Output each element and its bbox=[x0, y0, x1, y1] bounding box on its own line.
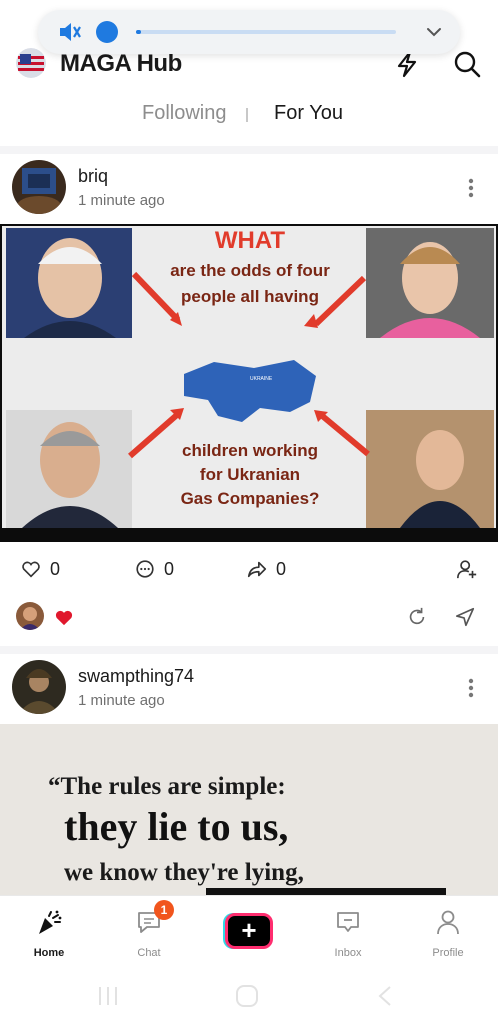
more-options-icon[interactable] bbox=[468, 678, 474, 698]
comment-count: 0 bbox=[164, 558, 175, 579]
post-username[interactable]: briq bbox=[78, 166, 108, 187]
post-timestamp: 1 minute ago bbox=[78, 692, 165, 709]
nav-chat[interactable]: 1 Chat bbox=[114, 900, 184, 959]
image-headline: WHAT bbox=[215, 227, 286, 254]
mute-icon[interactable] bbox=[58, 21, 82, 43]
share-button[interactable]: 0 bbox=[246, 558, 286, 580]
comment-button[interactable]: 0 bbox=[134, 558, 174, 580]
share-count: 0 bbox=[276, 558, 287, 579]
tab-divider bbox=[246, 108, 248, 122]
post-header: swampthing74 1 minute ago bbox=[0, 652, 498, 724]
chevron-down-icon[interactable] bbox=[424, 22, 444, 42]
create-post-button[interactable]: + bbox=[225, 913, 273, 949]
plus-icon: + bbox=[241, 915, 257, 945]
post-actions: 0 0 0 bbox=[0, 550, 498, 590]
post-image[interactable]: “The rules are simple: they lie to us, w… bbox=[0, 724, 498, 895]
nav-home-label: Home bbox=[33, 947, 65, 959]
quote-line-2: they lie to us, bbox=[64, 804, 288, 849]
app-logo bbox=[16, 48, 46, 78]
recent-apps-icon[interactable] bbox=[96, 985, 120, 1007]
image-bottom-line-3: Gas Companies? bbox=[181, 489, 320, 508]
heart-icon bbox=[22, 561, 40, 578]
send-icon[interactable] bbox=[454, 606, 476, 628]
quote-line-3: we know they're lying, bbox=[64, 859, 304, 886]
quote-line-1: “The rules are simple: bbox=[48, 773, 286, 800]
comment-icon bbox=[136, 560, 154, 578]
share-arrow-icon bbox=[247, 561, 267, 578]
profile-icon bbox=[437, 910, 459, 935]
volume-track[interactable] bbox=[136, 30, 396, 34]
image-bottom-line-2: for Ukranian bbox=[200, 465, 300, 484]
image-top-line-1: are the odds of four bbox=[170, 261, 330, 280]
map-label: UKRAINE bbox=[250, 376, 273, 382]
heart-reaction-icon bbox=[55, 610, 73, 626]
nav-profile-label: Profile bbox=[432, 947, 464, 959]
home-icon[interactable] bbox=[234, 983, 260, 1009]
volume-knob[interactable] bbox=[96, 21, 118, 43]
nav-home[interactable]: Home bbox=[14, 908, 84, 959]
image-bottom-line-1: children working bbox=[182, 441, 318, 460]
bottom-navigation: Home 1 Chat + Inbox Profile bbox=[0, 895, 498, 967]
post-username[interactable]: swampthing74 bbox=[78, 666, 194, 687]
feed-tabs: Following For You bbox=[0, 98, 498, 132]
app-title: MAGA Hub bbox=[60, 50, 182, 77]
nav-inbox[interactable]: Inbox bbox=[313, 908, 383, 959]
refresh-icon[interactable] bbox=[406, 606, 428, 628]
image-top-line-2: people all having bbox=[181, 287, 319, 306]
party-popper-icon bbox=[39, 910, 62, 934]
nav-inbox-label: Inbox bbox=[334, 947, 362, 959]
lightning-icon[interactable] bbox=[394, 50, 420, 78]
nav-chat-label: Chat bbox=[137, 947, 161, 959]
post-reactions bbox=[0, 598, 498, 638]
back-icon[interactable] bbox=[376, 985, 394, 1007]
tab-following[interactable]: Following bbox=[142, 102, 226, 125]
like-count: 0 bbox=[50, 558, 61, 579]
avatar[interactable] bbox=[12, 660, 66, 714]
volume-fill bbox=[136, 30, 142, 34]
post-timestamp: 1 minute ago bbox=[78, 192, 165, 209]
post-header: briq 1 minute ago bbox=[0, 152, 498, 224]
nav-profile[interactable]: Profile bbox=[413, 908, 483, 959]
post-image[interactable]: UKRAINE WHAT are the odds of four people… bbox=[0, 224, 498, 542]
avatar[interactable] bbox=[12, 160, 66, 214]
add-user-icon bbox=[457, 560, 477, 579]
volume-slider-panel[interactable] bbox=[38, 10, 460, 54]
chat-unread-badge: 1 bbox=[154, 900, 174, 920]
reactor-avatar[interactable] bbox=[16, 602, 44, 630]
tab-for-you[interactable]: For You bbox=[274, 102, 343, 125]
system-navigation-bar bbox=[0, 967, 498, 1024]
like-button[interactable]: 0 bbox=[20, 558, 60, 580]
inbox-icon bbox=[337, 912, 359, 932]
follow-user-button[interactable] bbox=[456, 558, 478, 580]
search-icon[interactable] bbox=[452, 49, 482, 79]
more-options-icon[interactable] bbox=[468, 178, 474, 198]
